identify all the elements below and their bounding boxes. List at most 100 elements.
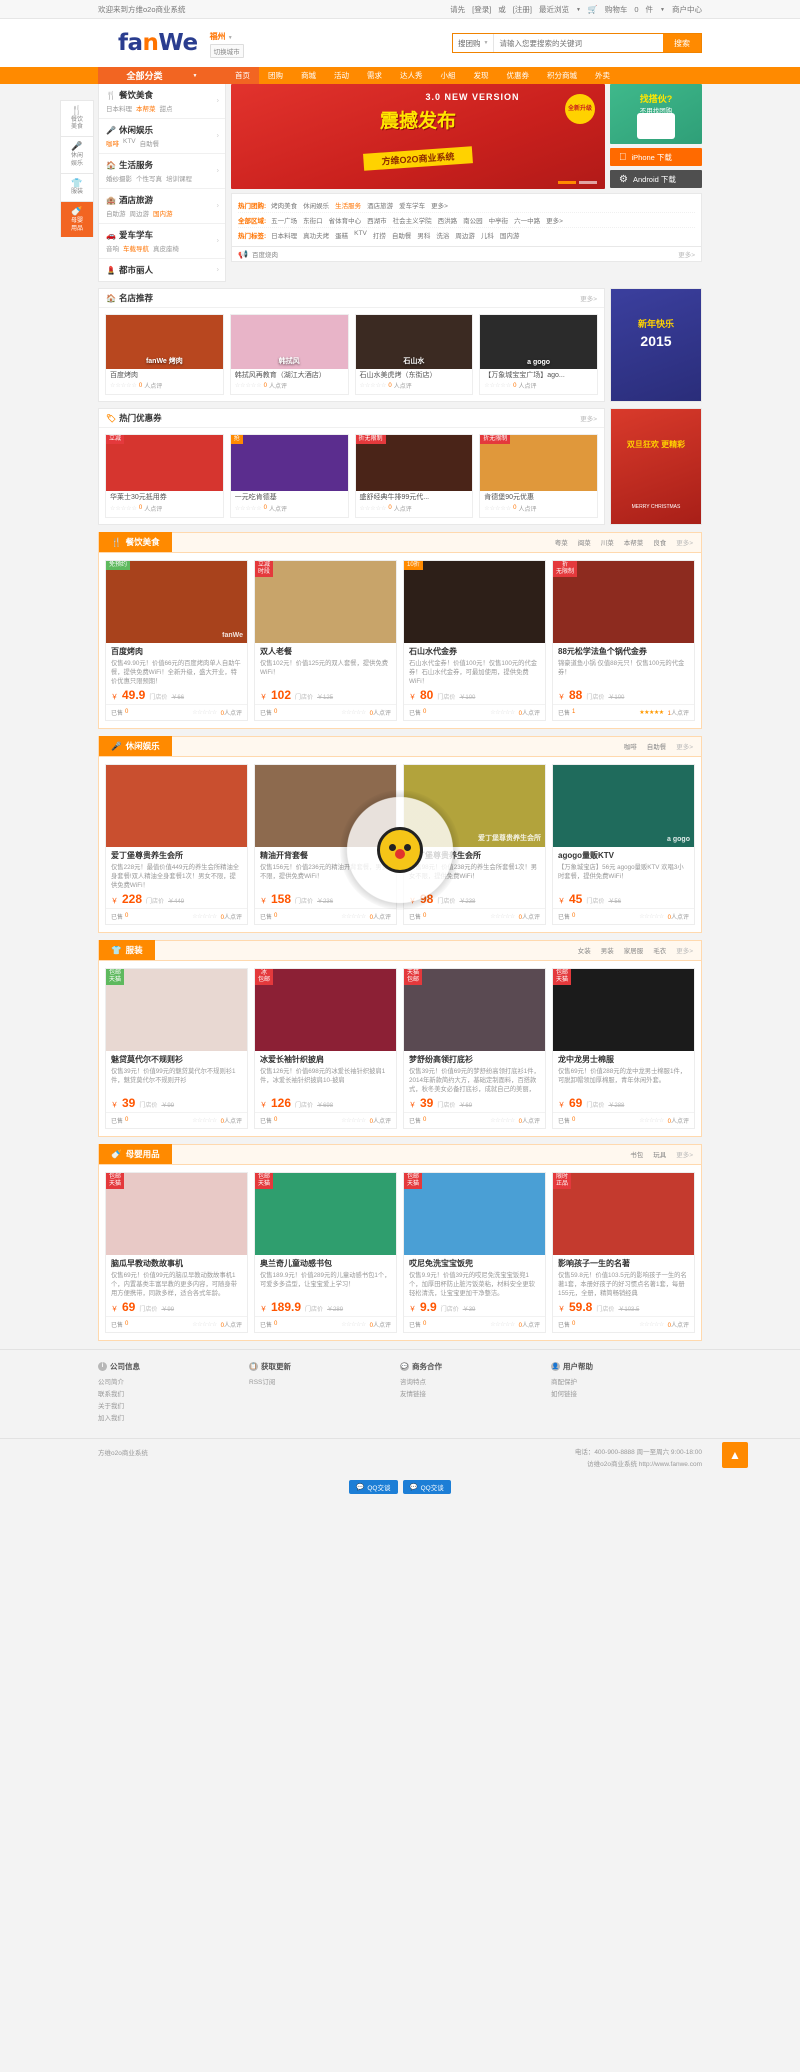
nav-item-6[interactable]: 小組 (432, 67, 465, 84)
category-sub-1-1[interactable]: KTV (123, 138, 136, 148)
hot-tag-2-5[interactable]: 自助餐 (392, 230, 412, 240)
section-more-food[interactable]: 更多> (676, 537, 693, 547)
nav-item-2[interactable]: 商城 (292, 67, 325, 84)
category-sub-2-1[interactable]: 个性写真 (136, 173, 162, 183)
section-more-leisure[interactable]: 更多> (676, 741, 693, 751)
shop-card-3[interactable]: a gogo 【万象城宝宝广场】ago... ☆☆☆☆☆ 0 人点评 (479, 314, 598, 396)
product-card-leisure-3[interactable]: a gogo agogo量贩KTV 【万象城宝店】56元 agogo量贩KTV … (552, 763, 695, 925)
section-filter-food-3[interactable]: 本帮菜 (624, 537, 644, 547)
footer-link-0-1[interactable]: 联系我们 (98, 1389, 249, 1401)
qq-chat-button-2[interactable]: 💬 QQ交谈 (402, 1480, 451, 1495)
nav-item-0[interactable]: 首页 (226, 67, 259, 84)
new-year-ad[interactable]: 新年快乐 2015 (610, 288, 702, 403)
section-filter-clothes-1[interactable]: 男装 (601, 945, 614, 955)
hot-tag-0-5[interactable]: 更多> (431, 200, 448, 210)
back-to-top-button[interactable]: ▲ (722, 1442, 748, 1469)
hot-tag-1-3[interactable]: 西湖市 (367, 215, 387, 225)
section-filter-leisure-0[interactable]: 咖啡 (624, 741, 637, 751)
footer-link-3-0[interactable]: 商配保护 (551, 1377, 702, 1389)
hot-tag-2-4[interactable]: 打捞 (373, 230, 386, 240)
product-card-clothes-2[interactable]: 天猫 包邮 梦舒纷高领打底衫 仅售39元！价值69元的梦舒纷高领打底衫1件，201… (403, 967, 546, 1129)
search-button[interactable]: 搜索 (663, 34, 701, 52)
hero-banner[interactable]: 3.0 NEW VERSION 震撼发布 方维O2O商业系统 全新升级 (231, 84, 605, 189)
all-categories-button[interactable]: 全部分类 ▼ (98, 67, 226, 84)
side-rail-item-1[interactable]: 🎤 休闲 娱乐 (60, 136, 94, 173)
shop-card-0[interactable]: fanWe 烤肉 百度烤肉 ☆☆☆☆☆ 0 人点评 (105, 314, 224, 396)
product-stars-clothes-0[interactable]: ☆☆☆☆☆ (192, 1117, 217, 1124)
footer-link-2-1[interactable]: 友情链接 (400, 1389, 551, 1401)
section-more-clothes[interactable]: 更多> (676, 945, 693, 955)
product-card-leisure-2[interactable]: 爱丁堡尊贵养生会所 爱丁堡尊贵养生会所 仅售98元！价值238元的养生会所套餐1… (403, 763, 546, 925)
hot-tag-2-8[interactable]: 周边游 (455, 230, 475, 240)
footer-link-3-1[interactable]: 如何链接 (551, 1389, 702, 1401)
footer-link-2-0[interactable]: 咨询特点 (400, 1377, 551, 1389)
section-filter-food-0[interactable]: 粤菜 (555, 537, 568, 547)
hot-tag-2-1[interactable]: 真功夫烤 (303, 230, 329, 240)
hot-tag-0-1[interactable]: 休闲娱乐 (303, 200, 329, 210)
product-stars-baby-3[interactable]: ☆☆☆☆☆ (639, 1321, 664, 1328)
product-card-food-3[interactable]: 折无限制 88元松学法鱼个锅代金券 锦豪道鱼小锅 仅值88元只！仅售100元的代… (552, 559, 695, 721)
nav-item-7[interactable]: 发现 (465, 67, 498, 84)
product-stars-baby-1[interactable]: ☆☆☆☆☆ (341, 1321, 366, 1328)
section-filter-food-1[interactable]: 闽菜 (578, 537, 591, 547)
product-card-baby-0[interactable]: 包邮 天猫 脑瓜早教动数故事机 仅售69元！价值99元的脑瓜早教动数故事机1个，内… (105, 1171, 248, 1333)
product-stars-leisure-3[interactable]: ☆☆☆☆☆ (639, 913, 664, 920)
category-item-5[interactable]: 💄 都市丽人 › (99, 259, 225, 281)
product-card-food-0[interactable]: 免预约 fanWe 百度烤肉 仅售49.90元！价值66元的百度烤肉单人自助午餐… (105, 559, 248, 721)
coupons-more-link[interactable]: 更多> (580, 413, 597, 423)
coupon-card-1[interactable]: 抢 一元吃肯德基 ☆☆☆☆☆ 0 人点评 (229, 434, 349, 518)
shops-more-link[interactable]: 更多> (580, 293, 597, 303)
product-card-clothes-1[interactable]: 冰包邮 冰爱长袖针织披肩 仅售126元！价值698元的冰爱长袖针织披肩1件，冰爱… (254, 967, 397, 1129)
section-filter-clothes-2[interactable]: 家居服 (624, 945, 644, 955)
product-card-food-1[interactable]: 立减 时段 双人老餐 仅售102元！价值125元的双人套餐，提供免费WiFi！ ￥… (254, 559, 397, 721)
product-card-leisure-0[interactable]: 爱丁堡尊贵养生会所 仅售228元！最值价值449元的养生会所精油全身套餐!双人精… (105, 763, 248, 925)
hot-tag-2-6[interactable]: 男科 (417, 230, 430, 240)
christmas-ad[interactable]: 双旦狂欢 更精彩 MERRY CHRISTMAS (610, 408, 702, 525)
hot-tag-1-1[interactable]: 东街口 (303, 215, 323, 225)
product-stars-baby-0[interactable]: ☆☆☆☆☆ (192, 1321, 217, 1328)
hot-tag-0-3[interactable]: 酒店旅游 (367, 200, 393, 210)
hot-tag-2-3[interactable]: KTV (354, 230, 367, 240)
cart-icon[interactable]: 🛒 (588, 5, 598, 14)
banner-dots[interactable] (558, 181, 597, 184)
product-card-baby-3[interactable]: 限时 正品 影响孩子一生的名著 仅售59.8元！价值103.5元的影响孩子一生的名… (552, 1171, 695, 1333)
product-stars-food-1[interactable]: ☆☆☆☆☆ (341, 709, 366, 716)
notice-text[interactable]: 百度烧肉 (252, 249, 278, 259)
category-sub-2-2[interactable]: 培训课程 (166, 173, 192, 183)
hot-tag-2-2[interactable]: 蛋糕 (335, 230, 348, 240)
coupon-card-3[interactable]: 折无限制 肯德堡90元优惠 ☆☆☆☆☆ 0 人点评 (479, 434, 598, 518)
hot-tag-1-8[interactable]: 六一中路 (514, 215, 540, 225)
search-input[interactable] (494, 34, 663, 52)
switch-city-button[interactable]: 切换城市 (209, 43, 244, 58)
category-sub-3-2[interactable]: 国内游 (153, 208, 173, 218)
download-android-button[interactable]: ⚙ Android 下载 (610, 170, 702, 188)
hot-tag-1-6[interactable]: 南公园 (463, 215, 483, 225)
qq-chat-button-1[interactable]: 💬 QQ交谈 (349, 1480, 398, 1495)
product-card-food-2[interactable]: 10折 石山水代金券 石山水代金券！价值100元！仅售100元的代金券！石山水代… (403, 559, 546, 721)
nav-item-1[interactable]: 团购 (259, 67, 292, 84)
side-rail-item-0[interactable]: 🍴 餐饮 美食 (60, 100, 94, 137)
coupon-card-2[interactable]: 折无限制 盛舒经典牛排99元代... ☆☆☆☆☆ 0 人点评 (354, 434, 474, 518)
footer-link-0-3[interactable]: 加入我们 (98, 1413, 249, 1425)
nav-item-10[interactable]: 外卖 (586, 67, 619, 84)
section-filter-clothes-0[interactable]: 女装 (578, 945, 591, 955)
section-more-baby[interactable]: 更多> (676, 1149, 693, 1159)
product-stars-clothes-1[interactable]: ☆☆☆☆☆ (341, 1117, 366, 1124)
product-stars-baby-2[interactable]: ☆☆☆☆☆ (490, 1321, 515, 1328)
download-ios-button[interactable]:  iPhone 下载 (610, 148, 702, 166)
category-sub-3-0[interactable]: 自助游 (106, 208, 126, 218)
product-stars-food-2[interactable]: ☆☆☆☆☆ (490, 709, 515, 716)
coupon-card-0[interactable]: 立减 华莱士30元抵用券 ☆☆☆☆☆ 0 人点评 (105, 434, 224, 518)
category-item-3[interactable]: 🏨 酒店旅游 自助游 周边游 国内游 › (99, 189, 225, 224)
hot-tag-1-7[interactable]: 中亭街 (489, 215, 509, 225)
cart-label[interactable]: 购物车 (605, 4, 628, 15)
category-item-0[interactable]: 🍴 餐饮美食 日本料理 本帮菜 甜点 › (99, 84, 225, 119)
category-item-4[interactable]: 🚗 爱车学车 音响 车载导航 真皮座椅 › (99, 224, 225, 259)
product-stars-leisure-1[interactable]: ☆☆☆☆☆ (341, 913, 366, 920)
hot-tag-0-4[interactable]: 爱车学车 (399, 200, 425, 210)
category-sub-4-1[interactable]: 车载导航 (123, 243, 149, 253)
login-link[interactable]: [登录] (472, 4, 491, 15)
product-stars-food-0[interactable]: ☆☆☆☆☆ (192, 709, 217, 716)
recent-views-link[interactable]: 最近浏览 (539, 4, 569, 15)
product-card-baby-2[interactable]: 包邮 天猫 哎尼免洗宝宝饭兜 仅售9.9元！价值39元的哎尼免洗宝宝饭兜1个，加厚… (403, 1171, 546, 1333)
